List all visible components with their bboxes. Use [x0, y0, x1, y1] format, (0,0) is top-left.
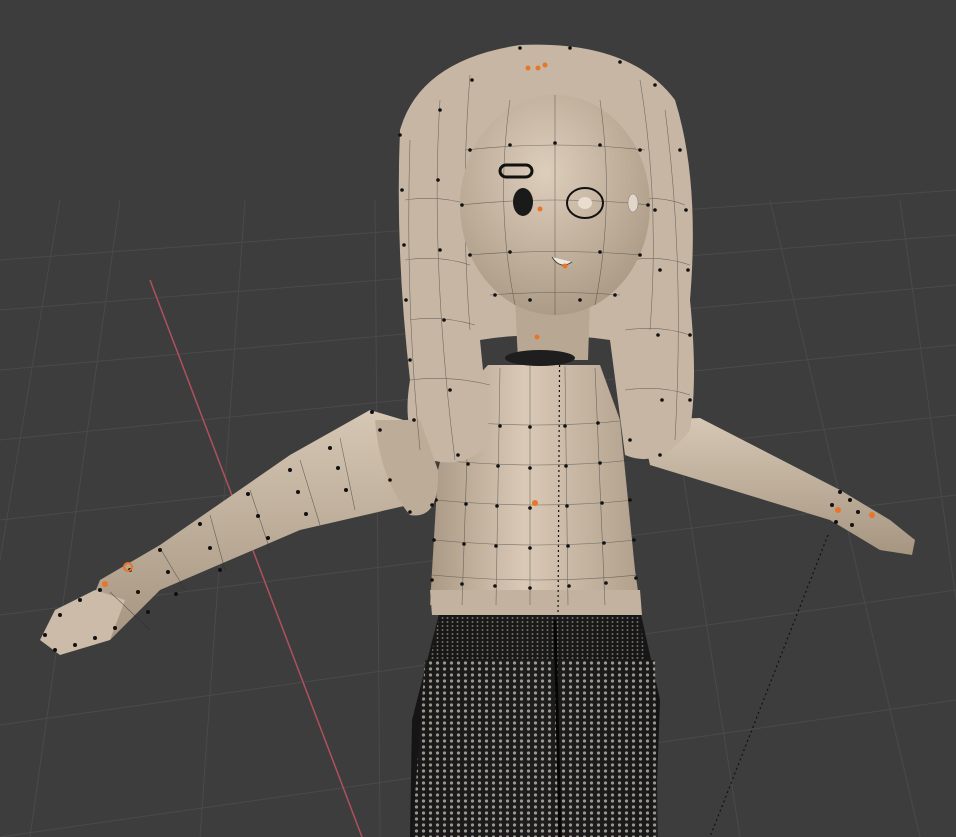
3d-viewport[interactable]	[0, 0, 956, 837]
head-mesh[interactable]	[459, 95, 651, 315]
right-arm-mesh[interactable]	[640, 418, 915, 837]
left-arm-mesh[interactable]	[40, 410, 430, 655]
left-eye-mesh[interactable]	[513, 188, 533, 216]
pants-mesh[interactable]	[410, 610, 660, 837]
